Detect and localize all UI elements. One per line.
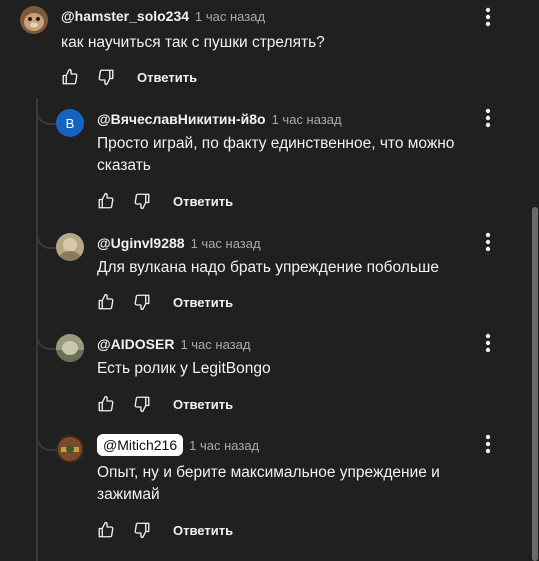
reply-author[interactable]: @Mitich216 (97, 434, 184, 456)
more-actions-button[interactable] (478, 230, 498, 254)
kebab-menu-icon (485, 108, 491, 128)
thumb-down-icon (134, 294, 150, 311)
like-button[interactable] (95, 291, 117, 313)
reply-time[interactable]: 1 час назад (180, 337, 250, 352)
scrollbar-track[interactable] (531, 0, 539, 561)
dislike-button[interactable] (131, 393, 153, 415)
avatar-initial: В (65, 115, 75, 131)
dislike-button[interactable] (131, 519, 153, 541)
thumb-up-icon (98, 395, 114, 412)
thumb-up-icon (98, 521, 114, 538)
thumb-down-icon (134, 193, 150, 210)
thread-connector (36, 328, 58, 350)
kebab-menu-icon (485, 434, 491, 454)
reply-text: Просто играй, по факту единственное, что… (97, 135, 455, 174)
reply-author[interactable]: @AIDOSER (97, 336, 174, 352)
thread-connector (36, 227, 58, 249)
like-button[interactable] (95, 393, 117, 415)
more-actions-button[interactable] (478, 106, 498, 130)
scrollbar-thumb[interactable] (532, 207, 538, 561)
avatar-letter[interactable]: В (56, 109, 84, 137)
comment-author[interactable]: @hamster_solo234 (61, 8, 189, 24)
reply-text: Опыт, ну и берите максимальное упреждени… (97, 464, 440, 503)
reply-button[interactable]: Ответить (173, 295, 233, 310)
thumb-up-icon (98, 192, 114, 209)
reply-button[interactable]: Ответить (173, 523, 233, 538)
reply-text: Есть ролик у LegitBongo (97, 360, 271, 377)
avatar-photo[interactable] (56, 435, 84, 463)
like-button[interactable] (59, 66, 81, 88)
thread-connector (36, 103, 58, 125)
avatar-hamster[interactable] (20, 6, 48, 34)
reply-button[interactable]: Ответить (173, 397, 233, 412)
kebab-menu-icon (485, 232, 491, 252)
thumb-down-icon (134, 522, 150, 539)
reply-author[interactable]: @ВячеславНикитин-й8о (97, 111, 266, 127)
thumb-up-icon (62, 68, 78, 85)
more-actions-button[interactable] (478, 5, 498, 29)
avatar-photo[interactable] (56, 233, 84, 261)
reply-time[interactable]: 1 час назад (191, 236, 261, 251)
comment-time[interactable]: 1 час назад (195, 9, 265, 24)
thumb-down-icon (98, 69, 114, 86)
reply-time[interactable]: 1 час назад (272, 112, 342, 127)
dislike-button[interactable] (95, 66, 117, 88)
reply-text: Для вулкана надо брать упреждение поболь… (97, 259, 439, 276)
kebab-menu-icon (485, 333, 491, 353)
reply-author[interactable]: @Uginvl9288 (97, 235, 185, 251)
thumb-down-icon (134, 396, 150, 413)
kebab-menu-icon (485, 7, 491, 27)
more-actions-button[interactable] (478, 331, 498, 355)
reply-button[interactable]: Ответить (137, 70, 197, 85)
more-actions-button[interactable] (478, 432, 498, 456)
avatar-photo[interactable] (56, 334, 84, 362)
like-button[interactable] (95, 190, 117, 212)
thumb-up-icon (98, 293, 114, 310)
dislike-button[interactable] (131, 190, 153, 212)
like-button[interactable] (95, 519, 117, 541)
thread-connector (36, 429, 58, 451)
reply-time[interactable]: 1 час назад (189, 438, 259, 453)
comment-text: как научиться так с пушки стрелять? (61, 34, 325, 51)
dislike-button[interactable] (131, 291, 153, 313)
reply-button[interactable]: Ответить (173, 194, 233, 209)
